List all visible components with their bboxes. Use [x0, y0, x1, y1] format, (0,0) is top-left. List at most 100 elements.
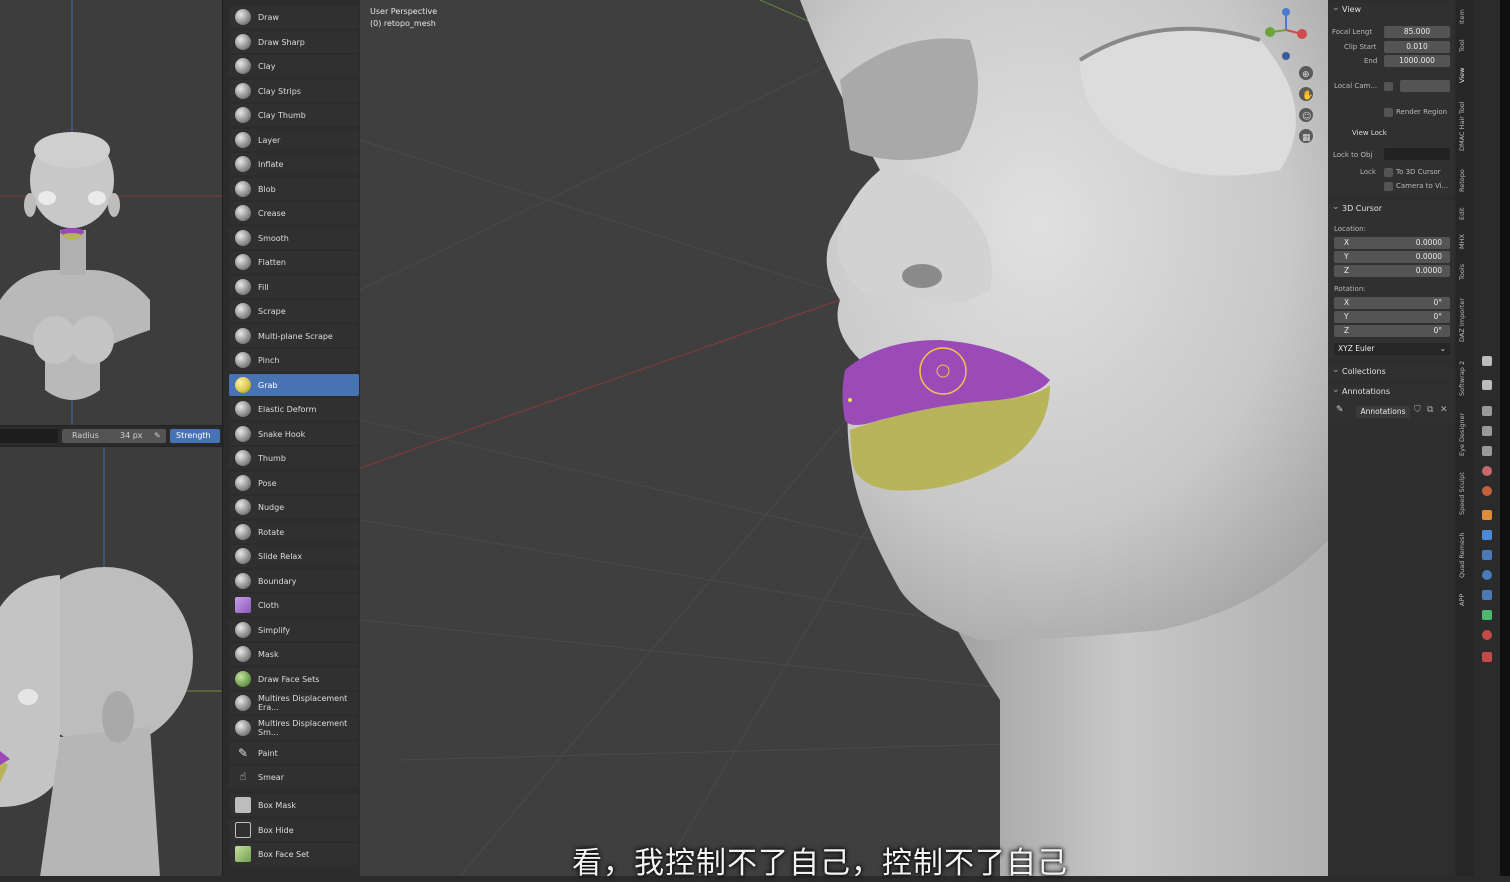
tool-props-icon[interactable] — [1482, 380, 1492, 390]
view-layer-props-icon[interactable] — [1482, 446, 1492, 456]
collections-section[interactable]: Collections — [1328, 362, 1454, 382]
tool-inflate[interactable]: Inflate — [229, 153, 359, 175]
tool-boundary[interactable]: Boundary — [229, 570, 359, 592]
tab-dmac-hair-tool[interactable]: DMAC Hair Tool — [1458, 94, 1472, 158]
camera-to-view-checkbox[interactable] — [1384, 182, 1393, 191]
particles-props-icon[interactable] — [1482, 550, 1492, 560]
output-props-icon[interactable] — [1482, 426, 1492, 436]
tool-draw[interactable]: Draw — [229, 6, 359, 28]
tool-smear[interactable]: ☝ Smear — [229, 766, 359, 788]
modifier-props-icon[interactable] — [1482, 530, 1492, 540]
tool-simplify[interactable]: Simplify — [229, 619, 359, 641]
world-props-icon[interactable] — [1482, 486, 1492, 496]
radius-field[interactable]: Radius 34 px ✎ — [62, 429, 166, 443]
tool-box-face-set[interactable]: Box Face Set — [229, 843, 359, 865]
tool-multires-displacement-eraser[interactable]: Multires Displacement Era... — [229, 692, 359, 714]
tool-draw-sharp[interactable]: Draw Sharp — [229, 31, 359, 53]
tab-retopo[interactable]: Retopo — [1458, 166, 1472, 196]
clip-start-field[interactable]: 0.010 — [1384, 41, 1450, 53]
rotation-mode-select[interactable]: XYZ Euler ⌄ — [1334, 343, 1450, 355]
tool-cloth[interactable]: Cloth — [229, 594, 359, 616]
tab-eye-designer[interactable]: Eye Designer — [1458, 408, 1472, 460]
tool-smooth[interactable]: Smooth — [229, 227, 359, 249]
object-props-icon[interactable] — [1482, 510, 1492, 520]
tool-nudge[interactable]: Nudge — [229, 496, 359, 518]
cursor-location-z[interactable]: Z 0.0000 — [1334, 265, 1450, 277]
local-camera-field[interactable] — [1400, 80, 1450, 92]
constraints-props-icon[interactable] — [1482, 590, 1492, 600]
tab-tool[interactable]: Tool — [1458, 36, 1472, 56]
strength-field[interactable]: Strength — [170, 429, 220, 443]
tool-thumb[interactable]: Thumb — [229, 447, 359, 469]
pen-pressure-icon[interactable]: ✎ — [154, 429, 161, 443]
tool-clay-strips[interactable]: Clay Strips — [229, 80, 359, 102]
focal-length-field[interactable]: 85.000 — [1384, 26, 1450, 38]
tab-speed-sculpt[interactable]: Speed Sculpt — [1458, 468, 1472, 520]
tool-elastic-deform[interactable]: Elastic Deform — [229, 398, 359, 420]
3d-cursor-title[interactable]: 3D Cursor — [1328, 199, 1454, 217]
tab-quad-remesh[interactable]: Quad Remesh — [1458, 528, 1472, 582]
tool-fill[interactable]: Fill — [229, 276, 359, 298]
lock-to-cursor-checkbox[interactable] — [1384, 168, 1393, 177]
lock-to-object-field[interactable] — [1384, 148, 1450, 160]
scene-props-icon[interactable] — [1482, 466, 1492, 476]
brush-field[interactable] — [0, 429, 58, 443]
tab-edit[interactable]: Edit — [1458, 204, 1472, 224]
tool-scrape[interactable]: Scrape — [229, 300, 359, 322]
tool-draw-face-sets[interactable]: Draw Face Sets — [229, 668, 359, 690]
tab-item[interactable]: Item — [1458, 6, 1472, 28]
tool-multires-displacement-smear[interactable]: Multires Displacement Sm... — [229, 717, 359, 739]
collections-title[interactable]: Collections — [1328, 362, 1454, 380]
tool-grab[interactable]: Grab — [229, 374, 359, 396]
editor-type-icon[interactable] — [1482, 356, 1492, 366]
tool-paint[interactable]: ✎ Paint — [229, 742, 359, 764]
tool-snake-hook[interactable]: Snake Hook — [229, 423, 359, 445]
cursor-rotation-x[interactable]: X 0° — [1334, 297, 1450, 309]
tab-app[interactable]: APP — [1458, 590, 1472, 610]
data-props-icon[interactable] — [1482, 610, 1492, 620]
render-props-icon[interactable] — [1482, 406, 1492, 416]
material-props-icon[interactable] — [1482, 630, 1492, 640]
tab-daz-importer[interactable]: DAZ Importer — [1458, 292, 1472, 348]
view-lock-title[interactable]: View Lock — [1352, 129, 1387, 137]
tab-mhx[interactable]: MHX — [1458, 232, 1472, 252]
view-section-title[interactable]: View — [1328, 0, 1454, 18]
shield-icon[interactable]: ⛉ — [1414, 405, 1421, 415]
texture-props-icon[interactable] — [1482, 652, 1492, 662]
annotations-field[interactable]: Annotations — [1356, 406, 1410, 418]
tool-box-hide[interactable]: Box Hide — [229, 819, 359, 841]
tool-box-mask[interactable]: Box Mask — [229, 794, 359, 816]
annotations-title[interactable]: Annotations — [1328, 382, 1454, 400]
tab-softwrap-2[interactable]: Softwrap 2 — [1458, 356, 1472, 400]
tool-blob[interactable]: Blob — [229, 178, 359, 200]
render-region-checkbox[interactable] — [1384, 108, 1393, 117]
tool-rotate[interactable]: Rotate — [229, 521, 359, 543]
close-icon[interactable]: ✕ — [1440, 405, 1448, 415]
tool-label: Pose — [258, 478, 277, 488]
tool-multi-plane-scrape[interactable]: Multi-plane Scrape — [229, 325, 359, 347]
duplicate-icon[interactable]: ⧉ — [1427, 405, 1433, 415]
front-viewport[interactable] — [0, 0, 222, 426]
cursor-location-x[interactable]: X 0.0000 — [1334, 237, 1450, 249]
tool-mask[interactable]: Mask — [229, 643, 359, 665]
main-3d-viewport[interactable]: User Perspective (0) retopo_mesh ⊕ ✋ ☺ ▦ — [360, 0, 1328, 876]
tool-slide-relax[interactable]: Slide Relax — [229, 545, 359, 567]
tab-view[interactable]: View — [1458, 64, 1472, 86]
tool-pose[interactable]: Pose — [229, 472, 359, 494]
tool-pinch[interactable]: Pinch — [229, 349, 359, 371]
navigation-gizmo[interactable]: ⊕ ✋ ☺ ▦ — [1260, 6, 1320, 156]
tool-crease[interactable]: Crease — [229, 202, 359, 224]
physics-props-icon[interactable] — [1482, 570, 1492, 580]
cursor-location-y[interactable]: Y 0.0000 — [1334, 251, 1450, 263]
local-camera-checkbox[interactable] — [1384, 82, 1393, 91]
cursor-rotation-y[interactable]: Y 0° — [1334, 311, 1450, 323]
tool-clay-thumb[interactable]: Clay Thumb — [229, 104, 359, 126]
tool-clay[interactable]: Clay — [229, 55, 359, 77]
cursor-rotation-z[interactable]: Z 0° — [1334, 325, 1450, 337]
annotate-pen-icon[interactable]: ✎ — [1336, 405, 1344, 415]
tab-tools[interactable]: Tools — [1458, 260, 1472, 284]
clip-end-field[interactable]: 1000.000 — [1384, 55, 1450, 67]
side-viewport[interactable] — [0, 446, 222, 876]
tool-flatten[interactable]: Flatten — [229, 251, 359, 273]
tool-layer[interactable]: Layer — [229, 129, 359, 151]
